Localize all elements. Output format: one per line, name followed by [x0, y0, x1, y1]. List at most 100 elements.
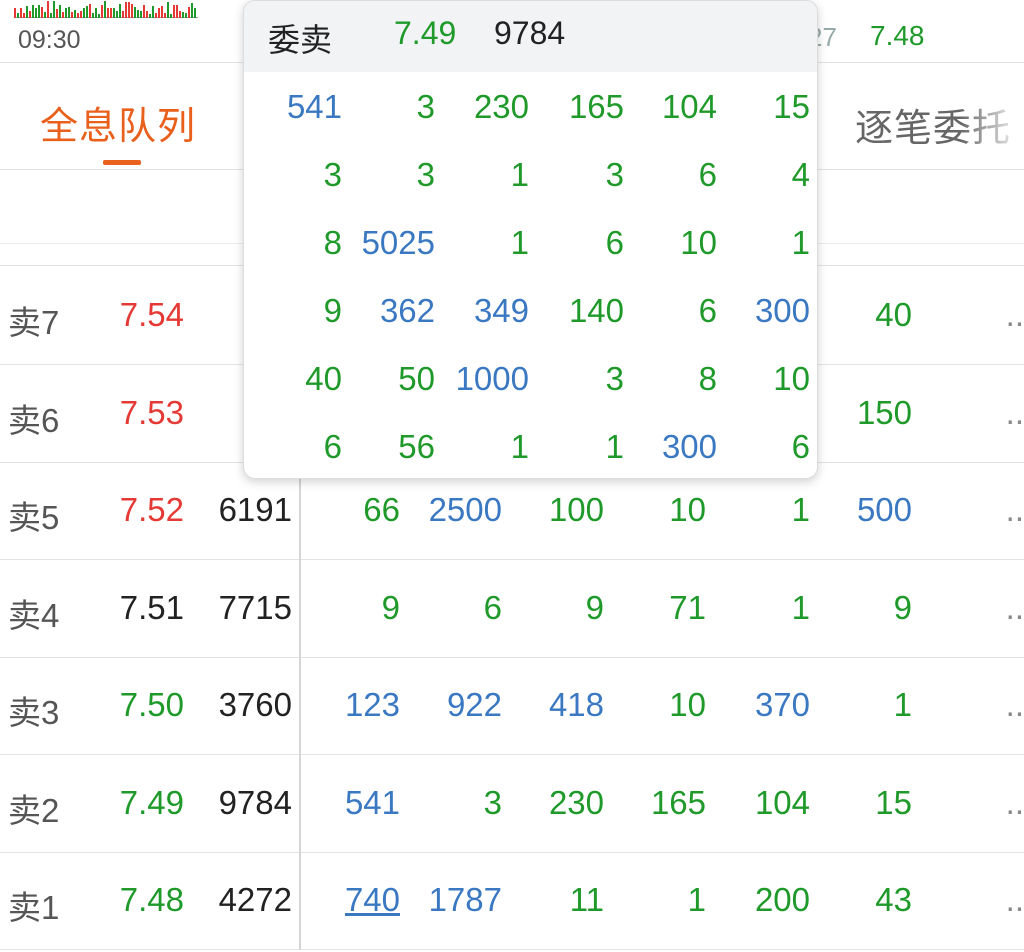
popup-queue-order: 349: [473, 292, 529, 329]
volume-bar: [107, 8, 109, 18]
volume-chart-strip: [14, 0, 198, 18]
popup-queue-order: 1: [791, 224, 810, 261]
queue-order[interactable]: 1: [688, 881, 706, 919]
queue-order[interactable]: 123: [345, 686, 400, 724]
popup-volume: 9784: [494, 15, 566, 51]
queue-order[interactable]: 230: [549, 784, 604, 822]
popup-queue-order: 3: [416, 156, 435, 193]
queue-order[interactable]: 100: [549, 491, 604, 529]
row-price: 7.51: [119, 588, 184, 626]
popup-queue-order: 10: [773, 360, 810, 397]
volume-bar: [92, 13, 94, 18]
orderbook-row[interactable]: 卖2 7.49 9784 541 3 230 165 104 15..: [0, 756, 1024, 853]
volume-bar: [20, 8, 22, 18]
volume-bar: [95, 8, 97, 18]
popup-queue-order: 15: [773, 88, 810, 125]
more-indicator[interactable]: ..: [1006, 296, 1024, 334]
volume-bar: [59, 5, 61, 18]
volume-bar: [38, 5, 40, 18]
volume-bar: [77, 13, 79, 18]
queue-popup[interactable]: 委卖 7.49 9784 541 3 230 165 104 15 3 3 1 3 6 4 8 5025 1…: [243, 0, 818, 479]
queue-order[interactable]: 66: [363, 491, 400, 529]
volume-bar: [143, 5, 145, 18]
row-level-label: 卖3: [8, 694, 60, 731]
row-price: 7.49: [119, 783, 184, 821]
queue-order[interactable]: 104: [755, 784, 810, 822]
queue-order[interactable]: 71: [669, 589, 706, 627]
column-divider: [299, 462, 301, 950]
popup-queue-order: 300: [754, 292, 810, 329]
queue-order[interactable]: 2500: [429, 491, 502, 529]
queue-order[interactable]: 418: [549, 686, 604, 724]
volume-bar: [122, 11, 124, 18]
volume-bar: [173, 5, 175, 18]
queue-order[interactable]: 15: [875, 784, 912, 822]
orderbook-row[interactable]: 卖1 7.48 4272 740 1787 11 1 200 43..: [0, 853, 1024, 950]
volume-bar: [131, 4, 133, 18]
popup-queue-order: 6: [698, 156, 717, 193]
queue-order[interactable]: 9: [382, 589, 400, 627]
popup-queue-order: 6: [323, 428, 342, 465]
queue-order[interactable]: 40: [875, 296, 912, 334]
volume-bar: [62, 12, 64, 18]
queue-order[interactable]: 541: [345, 784, 400, 822]
volume-bar: [185, 13, 187, 18]
volume-bar: [53, 1, 55, 18]
volume-bar: [47, 1, 49, 18]
popup-queue-order: 8: [698, 360, 717, 397]
queue-order[interactable]: 6: [484, 589, 502, 627]
volume-bar: [161, 6, 163, 18]
queue-order[interactable]: 10: [669, 686, 706, 724]
queue-order[interactable]: 1787: [429, 881, 502, 919]
queue-order[interactable]: 740: [345, 881, 400, 919]
orderbook-row[interactable]: 卖3 7.50 3760 123 922 418 10 370 1..: [0, 658, 1024, 755]
more-indicator[interactable]: ..: [1006, 686, 1024, 724]
volume-bar: [179, 11, 181, 18]
popup-queue-order: 10: [680, 224, 717, 261]
volume-bar: [119, 4, 121, 18]
popup-queue-order: 165: [568, 88, 624, 125]
queue-order[interactable]: 370: [755, 686, 810, 724]
volume-bar: [35, 8, 37, 18]
volume-bar: [89, 4, 91, 18]
queue-order[interactable]: 165: [651, 784, 706, 822]
more-indicator[interactable]: ..: [1006, 589, 1024, 627]
popup-queue-order: 1: [510, 156, 529, 193]
queue-order[interactable]: 922: [447, 686, 502, 724]
queue-order[interactable]: 10: [669, 491, 706, 529]
queue-order[interactable]: 1: [792, 491, 810, 529]
more-indicator[interactable]: ..: [1006, 784, 1024, 822]
popup-queue-order: 140: [568, 292, 624, 329]
tab-full-queue[interactable]: 全息队列: [40, 95, 196, 150]
queue-order[interactable]: 500: [857, 491, 912, 529]
volume-bar: [116, 11, 118, 18]
row-price: 7.53: [119, 393, 184, 431]
volume-bar: [23, 13, 25, 18]
queue-order[interactable]: 43: [875, 881, 912, 919]
queue-order[interactable]: 200: [755, 881, 810, 919]
volume-bar: [71, 12, 73, 18]
volume-bar: [155, 13, 157, 18]
more-indicator[interactable]: ..: [1006, 881, 1024, 919]
queue-order[interactable]: 11: [570, 881, 604, 919]
volume-bar: [149, 14, 151, 18]
volume-bar: [101, 5, 103, 18]
row-price: 7.50: [119, 686, 184, 723]
queue-order[interactable]: 1: [792, 589, 810, 627]
popup-queue-order: 3: [605, 360, 624, 397]
volume-bar: [86, 6, 88, 18]
popup-queue-order: 300: [661, 428, 717, 465]
volume-bar: [128, 2, 130, 18]
row-level-label: 卖4: [8, 596, 60, 634]
queue-order[interactable]: 3: [484, 784, 502, 822]
more-indicator[interactable]: ..: [1006, 394, 1024, 432]
volume-bar: [125, 2, 127, 18]
queue-order[interactable]: 9: [586, 589, 604, 627]
popup-header: 委卖 7.49 9784: [244, 1, 817, 72]
orderbook-row[interactable]: 卖4 7.51 7715 9 6 9 71 1 9..: [0, 561, 1024, 658]
queue-order[interactable]: 150: [857, 394, 912, 432]
queue-order[interactable]: 1: [894, 686, 912, 724]
more-indicator[interactable]: ..: [1006, 491, 1024, 529]
volume-bar: [74, 10, 76, 18]
queue-order[interactable]: 9: [894, 589, 912, 627]
